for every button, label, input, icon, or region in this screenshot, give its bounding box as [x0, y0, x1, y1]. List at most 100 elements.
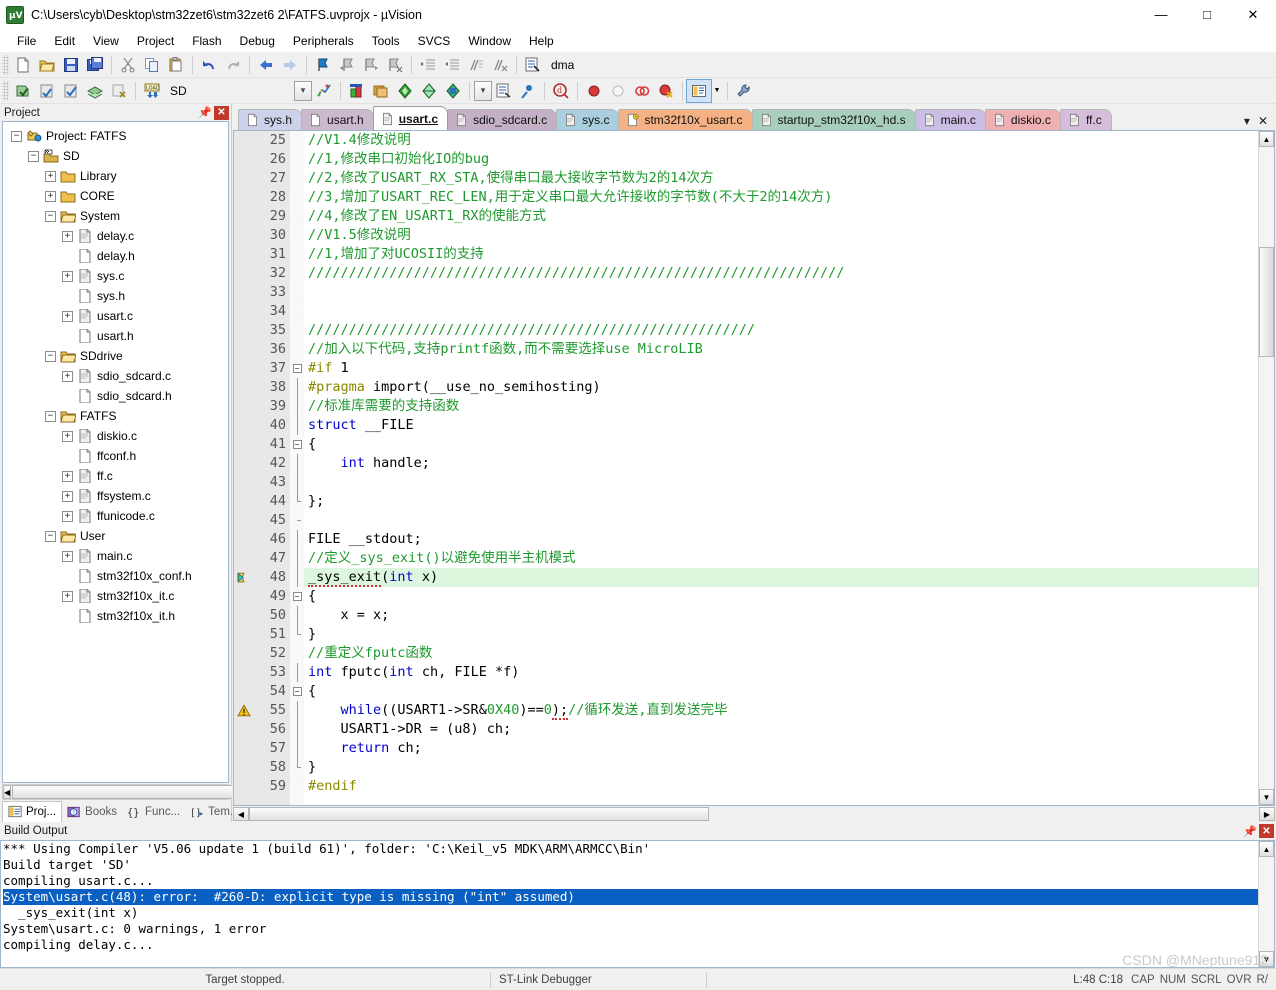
- expand-icon[interactable]: +: [62, 470, 73, 482]
- editor-hscrollbar[interactable]: ◀ ▶: [233, 806, 1275, 822]
- expand-icon[interactable]: +: [62, 270, 73, 282]
- project-window-dropdown-icon[interactable]: ▼: [711, 80, 723, 102]
- build-output-body[interactable]: *** Using Compiler 'V5.06 update 1 (buil…: [0, 840, 1275, 968]
- code-line[interactable]: {: [304, 435, 1258, 454]
- debug-dropdown-icon[interactable]: ▾: [474, 80, 492, 101]
- code-line[interactable]: //重定义fputc函数: [304, 644, 1258, 663]
- project-tree-hscrollbar[interactable]: ◀ ▶: [2, 784, 552, 800]
- build-output-text[interactable]: *** Using Compiler 'V5.06 update 1 (buil…: [1, 841, 1258, 967]
- code-line[interactable]: //V1.4修改说明: [304, 131, 1258, 150]
- open-file-icon[interactable]: [35, 54, 59, 76]
- bookmark-next-icon[interactable]: [359, 54, 383, 76]
- tree-item[interactable]: ffconf.h: [7, 446, 226, 466]
- download-icon[interactable]: LOAD: [140, 80, 164, 102]
- rebuild-icon[interactable]: [59, 80, 83, 102]
- debug-session-icon[interactable]: d: [549, 80, 573, 102]
- panel-tab-func[interactable]: {} Func...: [122, 803, 185, 822]
- tree-item[interactable]: + sys.c: [7, 266, 226, 286]
- menu-file[interactable]: File: [8, 32, 45, 50]
- disable-all-breakpoints-icon[interactable]: [630, 80, 654, 102]
- tree-item[interactable]: sys.h: [7, 286, 226, 306]
- hscroll-track[interactable]: [709, 807, 1259, 821]
- tree-item[interactable]: + CORE: [7, 186, 226, 206]
- vscroll-track-bottom[interactable]: [1259, 357, 1274, 789]
- start-debug-icon[interactable]: [516, 80, 540, 102]
- scroll-left-icon[interactable]: ◀: [3, 785, 12, 799]
- panel-tab-books[interactable]: ? Books: [62, 803, 122, 822]
- wrench-icon[interactable]: [732, 80, 756, 102]
- close-icon[interactable]: ✕: [1259, 824, 1274, 838]
- bookmark-prev-icon[interactable]: [335, 54, 359, 76]
- code-line[interactable]: [304, 511, 1258, 530]
- expand-icon[interactable]: +: [62, 370, 73, 382]
- code-line[interactable]: //4,修改了EN_USART1_RX的使能方式: [304, 207, 1258, 226]
- expand-icon[interactable]: +: [62, 230, 73, 242]
- navigate-back-icon[interactable]: [254, 54, 278, 76]
- redo-icon[interactable]: [221, 54, 245, 76]
- code-line[interactable]: {: [304, 587, 1258, 606]
- code-line[interactable]: //1,修改串口初始化IO的bug: [304, 150, 1258, 169]
- target-selector[interactable]: SD: [164, 81, 294, 101]
- collapse-icon[interactable]: −: [45, 410, 56, 422]
- build-output-line[interactable]: System\usart.c(48): error: #260-D: expli…: [3, 889, 1258, 905]
- tree-item[interactable]: + delay.c: [7, 226, 226, 246]
- tree-item[interactable]: + main.c: [7, 546, 226, 566]
- menu-svcs[interactable]: SVCS: [409, 32, 460, 50]
- tree-item[interactable]: usart.h: [7, 326, 226, 346]
- project-tree-container[interactable]: − Project: FATFS − SD + Library + CORE − System + d…: [2, 121, 229, 783]
- editor-tab-sdio_sdcard-c[interactable]: sdio_sdcard.c: [447, 109, 558, 130]
- menu-help[interactable]: Help: [520, 32, 563, 50]
- code-line[interactable]: #if 1: [304, 359, 1258, 378]
- tree-item[interactable]: stm32f10x_conf.h: [7, 566, 226, 586]
- minimize-button[interactable]: —: [1138, 0, 1184, 30]
- code-line[interactable]: [304, 302, 1258, 321]
- expand-icon[interactable]: +: [62, 550, 73, 562]
- bookmark-arrow-icon[interactable]: [234, 568, 254, 587]
- tree-item[interactable]: + usart.c: [7, 306, 226, 326]
- batch-build-icon[interactable]: [83, 80, 107, 102]
- components-icon[interactable]: [393, 80, 417, 102]
- scroll-left-icon[interactable]: ◀: [233, 807, 249, 821]
- uncomment-icon[interactable]: [488, 54, 512, 76]
- stop-build-icon[interactable]: [107, 80, 131, 102]
- code-line[interactable]: struct __FILE: [304, 416, 1258, 435]
- collapse-icon[interactable]: −: [45, 530, 56, 542]
- configuration-wizard-icon[interactable]: [492, 80, 516, 102]
- tree-item[interactable]: + ffsystem.c: [7, 486, 226, 506]
- tree-item[interactable]: − FATFS: [7, 406, 226, 426]
- code-line[interactable]: return ch;: [304, 739, 1258, 758]
- code-line[interactable]: {: [304, 682, 1258, 701]
- editor-tab-usart-h[interactable]: usart.h: [301, 109, 374, 130]
- scroll-down-icon[interactable]: ▼: [1259, 789, 1274, 805]
- code-line[interactable]: int handle;: [304, 454, 1258, 473]
- code-line[interactable]: int fputc(int ch, FILE *f): [304, 663, 1258, 682]
- editor-tab-sys-c[interactable]: sys.c: [556, 109, 620, 130]
- vscroll-track-top[interactable]: [1259, 147, 1274, 247]
- cut-icon[interactable]: [116, 54, 140, 76]
- expand-icon[interactable]: +: [62, 490, 73, 502]
- tree-item[interactable]: − SD: [7, 146, 226, 166]
- manage-runtime-icon[interactable]: [345, 80, 369, 102]
- code-line[interactable]: //加入以下代码,支持printf函数,而不需要选择use MicroLIB: [304, 340, 1258, 359]
- tree-item[interactable]: sdio_sdcard.h: [7, 386, 226, 406]
- build-output-line[interactable]: _sys_exit(int x): [3, 905, 1258, 921]
- expand-icon[interactable]: +: [62, 510, 73, 522]
- warning-icon[interactable]: [234, 701, 254, 720]
- tree-item[interactable]: + ff.c: [7, 466, 226, 486]
- collapse-icon[interactable]: −: [45, 210, 56, 222]
- code-line[interactable]: USART1->DR = (u8) ch;: [304, 720, 1258, 739]
- menu-view[interactable]: View: [84, 32, 128, 50]
- build-icon[interactable]: [35, 80, 59, 102]
- build-output-line[interactable]: System\usart.c: 0 warnings, 1 error: [3, 921, 1258, 937]
- editor-marker-column[interactable]: [234, 131, 254, 805]
- editor-tab-usart-c[interactable]: usart.c: [372, 106, 449, 130]
- find-input[interactable]: dma: [545, 55, 675, 75]
- build-output-line[interactable]: Build target 'SD': [3, 857, 1258, 873]
- menu-tools[interactable]: Tools: [363, 32, 409, 50]
- bookmark-clear-icon[interactable]: [383, 54, 407, 76]
- code-line[interactable]: [304, 473, 1258, 492]
- target-options-icon[interactable]: [312, 80, 336, 102]
- menu-project[interactable]: Project: [128, 32, 183, 50]
- tree-item[interactable]: + Library: [7, 166, 226, 186]
- tab-list-icon[interactable]: ▾: [1244, 114, 1250, 128]
